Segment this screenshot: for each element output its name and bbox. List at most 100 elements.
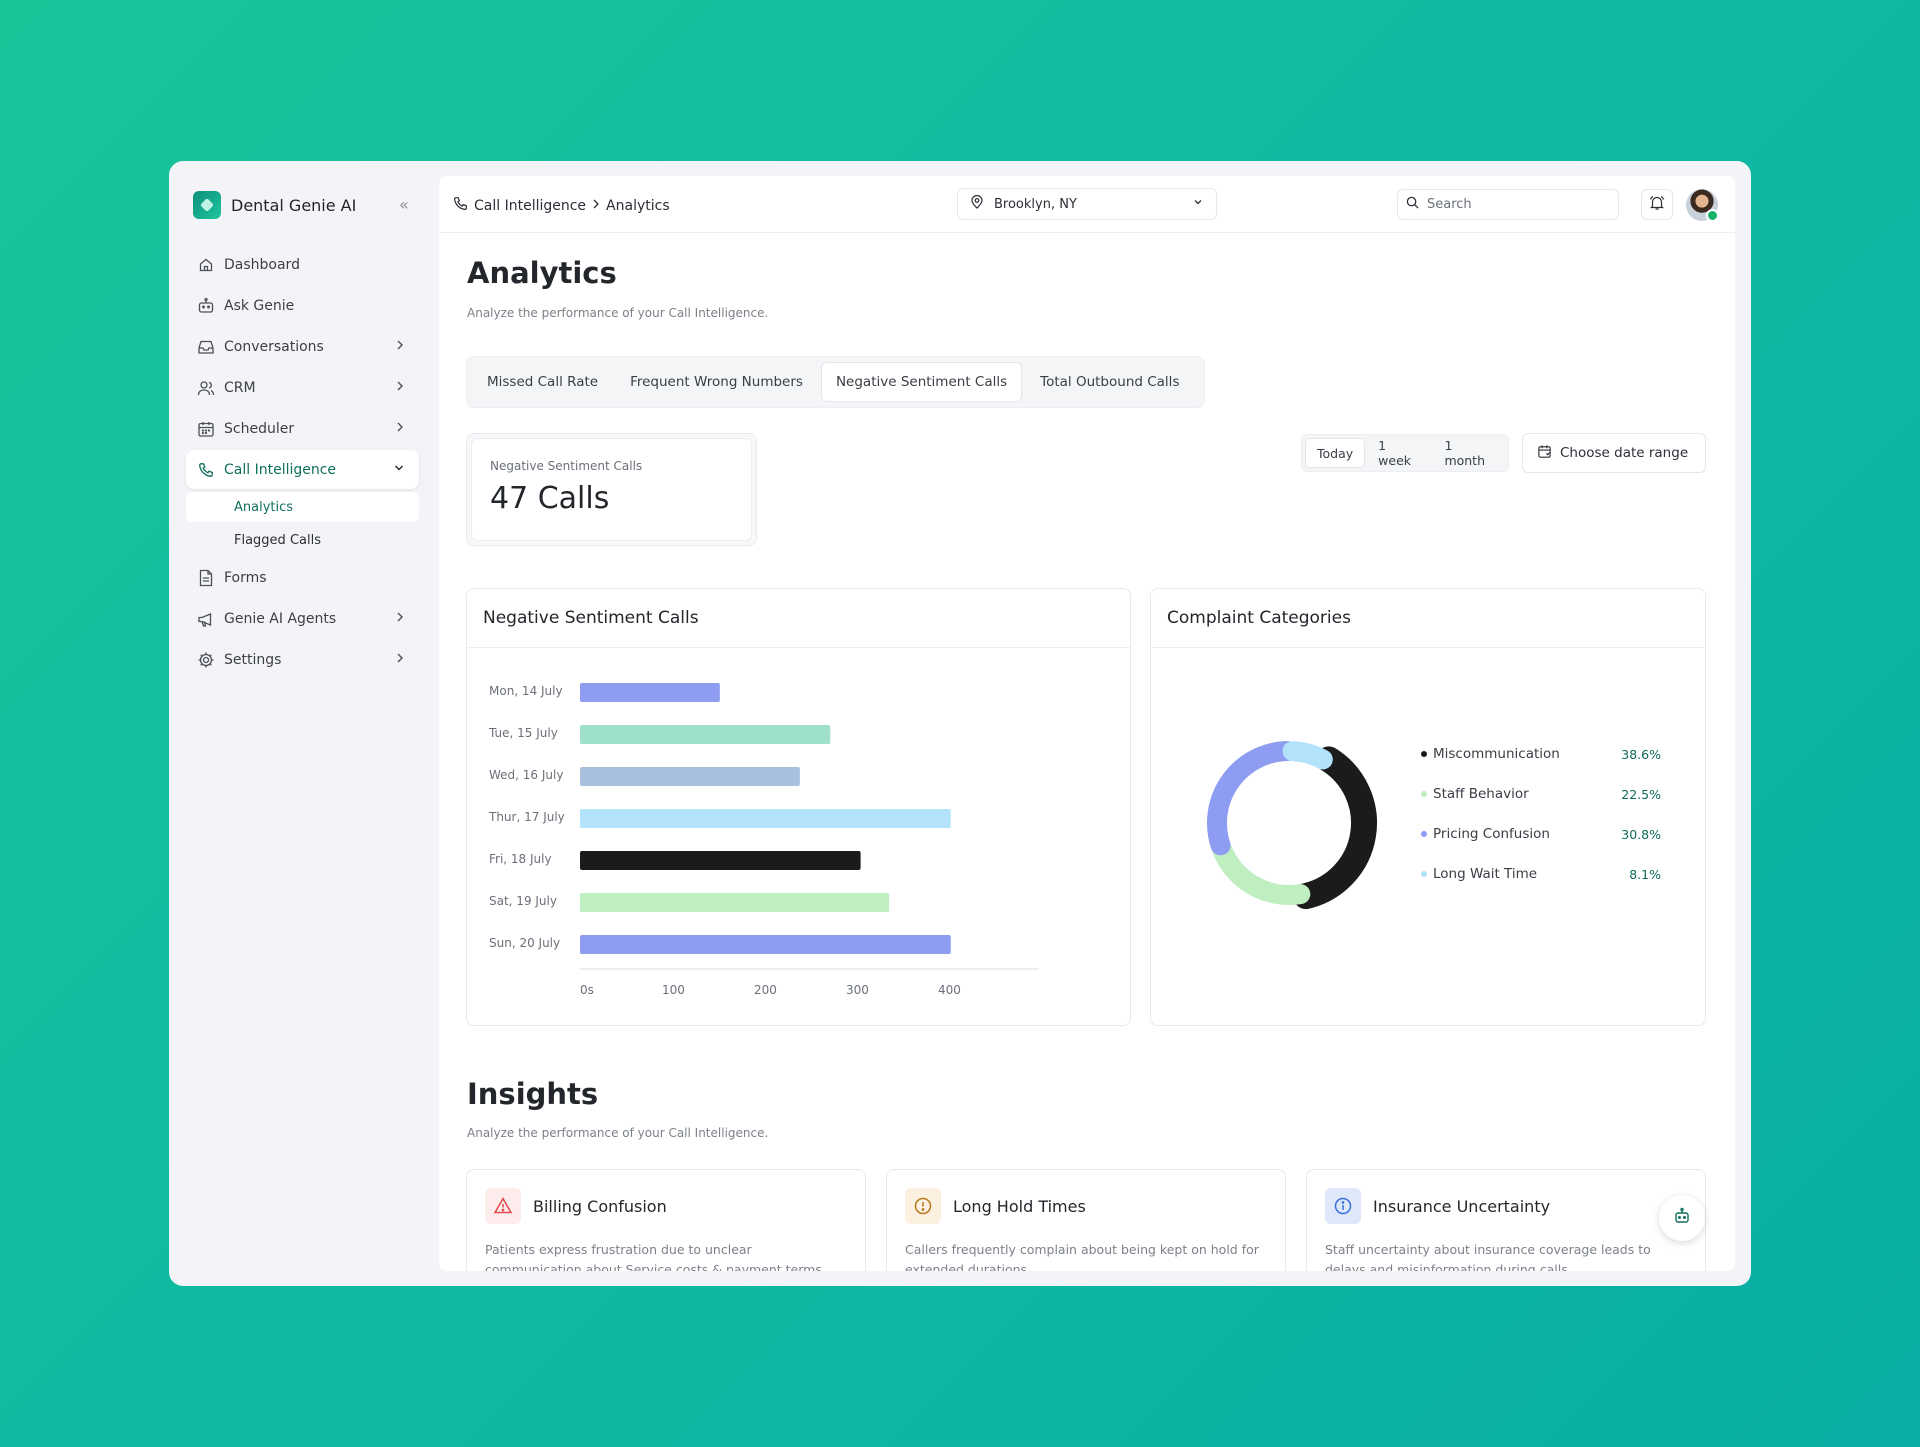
brand[interactable]: Dental Genie AI (193, 191, 356, 219)
sidebar-item-settings[interactable]: Settings (186, 640, 419, 679)
bar (580, 809, 951, 828)
insight-text: Patients express frustration due to uncl… (485, 1242, 822, 1271)
donut-slice (1207, 741, 1298, 856)
legend-value: 38.6% (1621, 746, 1661, 762)
chevron-right-icon (395, 420, 405, 438)
bar-category-label: Fri, 18 July (489, 852, 552, 866)
warning-triangle-icon (485, 1188, 521, 1224)
legend-label: Pricing Confusion (1433, 826, 1550, 842)
chatbot-button[interactable] (1659, 1195, 1705, 1241)
choose-date-range-button[interactable]: Choose date range (1522, 433, 1706, 473)
x-tick-label: 0s (580, 983, 594, 997)
chevron-right-icon (395, 651, 405, 669)
bar (580, 935, 951, 954)
sidebar-nav: Dashboard Ask Genie Conversations CRM Sc… (186, 245, 419, 681)
sidebar-subitem-flagged-calls[interactable]: Flagged Calls (186, 525, 419, 555)
sidebar-item-forms[interactable]: Forms (186, 558, 419, 597)
insight-card-header: Billing Confusion (485, 1188, 847, 1224)
legend-dot (1421, 791, 1427, 797)
bar-category-label: Thur, 17 July (488, 810, 565, 824)
search-placeholder: Search (1427, 197, 1472, 212)
legend-value: 8.1% (1629, 866, 1661, 882)
robot-icon (1673, 1207, 1691, 1229)
donut-legend: Miscommunication 38.6% Staff Behavior 22.5%… (1421, 734, 1661, 894)
sidebar-item-label: Dashboard (224, 256, 300, 273)
sidebar-item-label: Settings (224, 651, 282, 668)
legend-label: Long Wait Time (1433, 866, 1538, 882)
legend-label: Staff Behavior (1433, 786, 1529, 802)
main-panel: Call Intelligence Analytics Brooklyn, NY… (439, 176, 1735, 1271)
insight-text: Staff uncertainty about insurance covera… (1325, 1242, 1651, 1271)
legend-dot (1421, 831, 1427, 837)
date-range-label: Choose date range (1560, 445, 1689, 461)
insight-card-header: Insurance Uncertainty (1325, 1188, 1687, 1224)
sidebar-item-label: Ask Genie (224, 297, 295, 314)
insight-card-insurance-uncertainty[interactable]: Insurance Uncertainty Staff uncertainty … (1306, 1169, 1706, 1271)
sidebar-subitem-analytics[interactable]: Analytics (186, 492, 419, 522)
topbar: Call Intelligence Analytics Brooklyn, NY… (439, 176, 1735, 233)
insight-title: Billing Confusion (533, 1196, 667, 1216)
brand-name: Dental Genie AI (231, 195, 357, 215)
bar-category-label: Wed, 16 July (489, 768, 563, 782)
info-circle-icon (1325, 1188, 1361, 1224)
users-icon (196, 378, 216, 398)
sidebar-item-label: Scheduler (224, 420, 295, 437)
chevron-right-icon (395, 379, 405, 397)
sidebar-item-conversations[interactable]: Conversations (186, 327, 419, 366)
gear-icon (196, 650, 216, 670)
notifications-button[interactable] (1641, 189, 1673, 220)
range-1-week-button[interactable]: 1 week (1367, 438, 1431, 468)
search-input[interactable]: Search (1397, 189, 1619, 220)
x-tick-label: 100 (662, 983, 685, 997)
insight-title: Long Hold Times (953, 1196, 1086, 1216)
chevron-right-icon (592, 198, 600, 214)
bar (580, 851, 861, 870)
time-range-toggle: Today 1 week 1 month (1301, 434, 1509, 472)
tab-negative-sentiment-calls[interactable]: Negative Sentiment Calls (820, 362, 1023, 402)
location-select[interactable]: Brooklyn, NY (957, 188, 1217, 220)
legend-value: 22.5% (1621, 786, 1661, 802)
bar (580, 683, 720, 702)
bar-category-label: Sun, 20 July (489, 936, 560, 950)
tab-frequent-wrong-numbers[interactable]: Frequent Wrong Numbers (616, 362, 817, 402)
range-1-month-button[interactable]: 1 month (1433, 438, 1505, 468)
sidebar-item-label: CRM (224, 379, 256, 396)
range-today-button[interactable]: Today (1305, 438, 1366, 468)
breadcrumb-analytics: Analytics (606, 197, 670, 214)
sidebar-item-genie-ai-agents[interactable]: Genie AI Agents (186, 599, 419, 638)
insight-card-long-hold-times[interactable]: Long Hold Times Callers frequently compl… (886, 1169, 1286, 1271)
brand-logo (193, 191, 221, 219)
user-avatar[interactable] (1686, 189, 1719, 222)
breadcrumb-call-intelligence[interactable]: Call Intelligence (474, 198, 586, 214)
sidebar-item-scheduler[interactable]: Scheduler (186, 409, 419, 448)
breadcrumb: Call Intelligence Analytics (453, 196, 670, 215)
document-icon (196, 568, 216, 588)
sidebar-item-crm[interactable]: CRM (186, 368, 419, 407)
bar-category-label: Mon, 14 July (489, 684, 563, 698)
bar-card-title: Negative Sentiment Calls (467, 589, 1130, 648)
collapse-sidebar-icon[interactable]: « (399, 195, 409, 214)
insight-card-billing-confusion[interactable]: Billing Confusion Patients express frust… (466, 1169, 866, 1271)
legend-label: Miscommunication (1433, 746, 1560, 762)
sidebar-item-ask-genie[interactable]: Ask Genie (186, 286, 419, 325)
inbox-icon (196, 337, 216, 357)
x-tick-label: 200 (754, 983, 777, 997)
tab-total-outbound-calls[interactable]: Total Outbound Calls (1026, 362, 1193, 402)
sidebar-item-call-intelligence[interactable]: Call Intelligence (186, 450, 419, 489)
page-title: Analytics (467, 256, 617, 290)
stat-value: 47 Calls (490, 481, 610, 516)
bar (580, 725, 831, 744)
insights-subtitle: Analyze the performance of your Call Int… (467, 1126, 769, 1140)
legend-dot (1421, 751, 1427, 757)
bar-category-label: Sat, 19 July (489, 894, 557, 908)
sidebar-item-label: Genie AI Agents (224, 610, 337, 627)
sidebar: Dental Genie AI « Dashboard Ask Genie Co… (169, 161, 439, 1286)
insight-text: Callers frequently complain about being … (905, 1242, 1259, 1271)
tab-missed-call-rate[interactable]: Missed Call Rate (473, 362, 612, 402)
donut-slice (1292, 746, 1377, 910)
bar (580, 767, 800, 786)
sidebar-item-dashboard[interactable]: Dashboard (186, 245, 419, 284)
legend-item: Miscommunication 38.6% (1421, 734, 1661, 774)
calendar-icon (1537, 444, 1552, 463)
bar (580, 893, 890, 912)
